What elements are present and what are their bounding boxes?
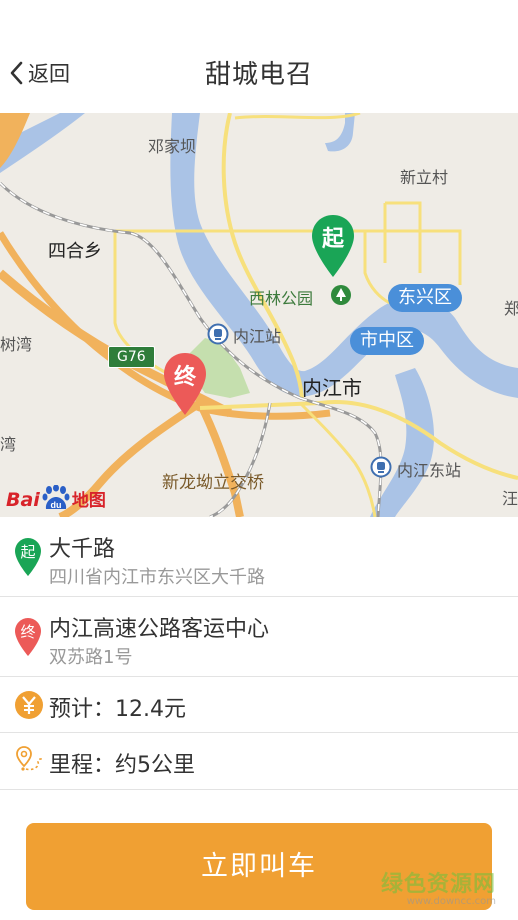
- fare-estimate-row: 预计：12.4元: [0, 677, 518, 733]
- baidu-du-text: du: [50, 500, 61, 510]
- end-marker-label: 终: [20, 623, 36, 641]
- end-location-address: 双苏路1号: [49, 647, 133, 668]
- end-pin[interactable]: 终: [162, 351, 208, 417]
- district-badge-dongxing: 东兴区: [388, 284, 462, 312]
- end-location-name: 内江高速公路客运中心: [49, 617, 270, 642]
- start-pin[interactable]: 起: [310, 213, 356, 279]
- start-location-address: 四川省内江市东兴区大千路: [49, 567, 265, 588]
- distance-label: 里程：: [49, 753, 116, 778]
- highway-shield-g76: G76: [108, 346, 155, 368]
- fare-estimate-label: 预计：: [49, 697, 116, 722]
- watermark: 绿色资源网 www.downcc.com: [381, 866, 496, 907]
- map-label-sihexiang: 四合乡: [48, 241, 102, 262]
- baidu-paw-icon: du: [42, 485, 70, 510]
- map-label-edge-right-1: 郑: [504, 299, 518, 318]
- map-label-neijiang-east: 内江东站: [397, 461, 462, 480]
- distance-value: 约5公里: [115, 753, 196, 778]
- map-label-shuwan: 树湾: [0, 335, 33, 354]
- baidu-logo-text: Bai: [6, 489, 40, 511]
- start-location-name: 大千路: [49, 537, 116, 562]
- map-label-neijiang-city: 内江市: [302, 376, 362, 400]
- distance-row: 里程：约5公里: [0, 733, 518, 790]
- end-location-row[interactable]: 终 内江高速公路客运中心 双苏路1号: [0, 597, 518, 677]
- end-marker: 终: [14, 617, 42, 657]
- page-title: 甜城电召: [204, 60, 313, 90]
- yuan-icon: [15, 691, 43, 719]
- map-label-dengjiaba: 邓家坝: [148, 137, 197, 156]
- nav-bar: 返回 甜城电召: [0, 0, 518, 113]
- park-icon: [331, 285, 351, 305]
- map-label-xinlicun: 新立村: [400, 168, 449, 187]
- map-label-xinlongao: 新龙坳立交桥: [162, 473, 264, 493]
- start-location-row[interactable]: 起 大千路 四川省内江市东兴区大千路: [0, 517, 518, 597]
- fare-estimate-text: 预计：12.4元: [49, 691, 186, 723]
- end-pin-label: 终: [173, 365, 196, 390]
- train-station-east-icon: [370, 456, 392, 478]
- map-label-wan: 湾: [0, 435, 17, 454]
- map-label-edge-right-2: 汪: [502, 489, 518, 508]
- start-pin-label: 起: [321, 227, 344, 252]
- baidu-map-logo: Bai du 地图: [6, 485, 106, 511]
- start-marker-label: 起: [20, 543, 36, 561]
- route-distance-icon: [16, 746, 45, 771]
- watermark-cn: 绿色资源网: [380, 872, 496, 897]
- district-badge-shizhong: 市中区: [350, 327, 424, 355]
- map-label-xilin-park: 西林公园: [249, 289, 314, 308]
- map-label-neijiang-station: 内江站: [233, 327, 282, 346]
- train-station-icon: [207, 323, 229, 345]
- map-view[interactable]: 邓家坝 新立村 四合乡 西林公园 东兴区 树湾 内江站 市中区 G76 内江市 …: [0, 113, 518, 517]
- start-marker: 起: [14, 537, 42, 577]
- fare-estimate-value: 12.4元: [115, 697, 187, 722]
- distance-text: 里程：约5公里: [49, 747, 195, 779]
- baidu-map-text: 地图: [71, 491, 106, 511]
